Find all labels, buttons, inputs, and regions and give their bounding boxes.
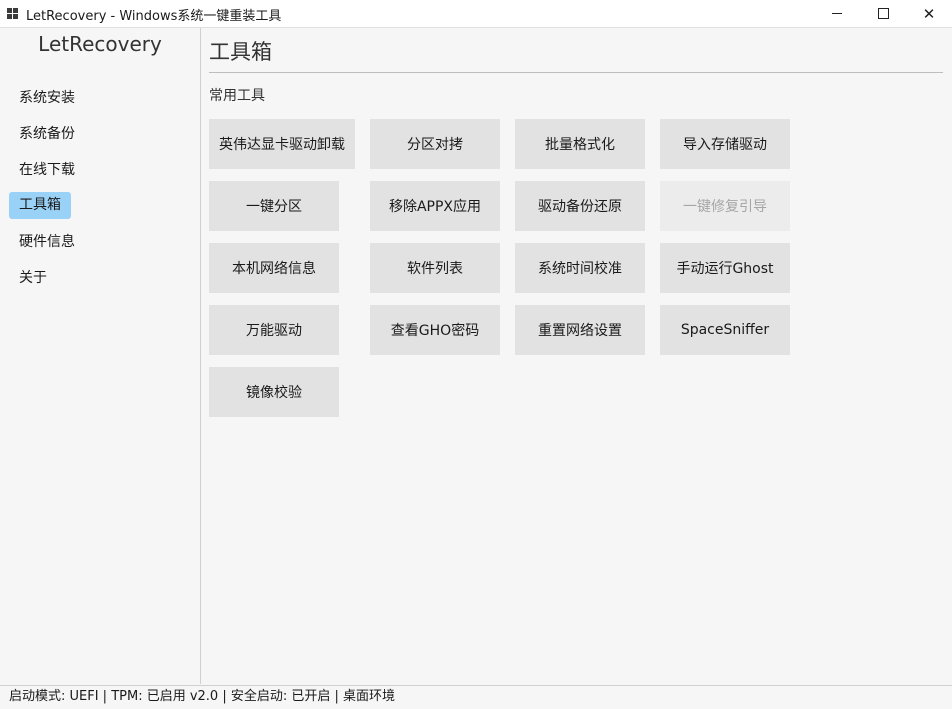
tool-button-image-verify[interactable]: 镜像校验 (209, 367, 339, 417)
tool-button-network-info[interactable]: 本机网络信息 (209, 243, 339, 293)
tool-button-universal-driver[interactable]: 万能驱动 (209, 305, 339, 355)
tool-button-partition-copy[interactable]: 分区对拷 (370, 119, 500, 169)
close-button[interactable]: ✕ (906, 0, 952, 27)
tool-button-import-storage-driver[interactable]: 导入存储驱动 (660, 119, 790, 169)
tool-button-software-list[interactable]: 软件列表 (370, 243, 500, 293)
maximize-button[interactable] (860, 0, 906, 27)
tool-button-driver-backup-restore[interactable]: 驱动备份还原 (515, 181, 645, 231)
sidebar-item-system-install[interactable]: 系统安装 (9, 85, 85, 112)
windows-logo-icon (7, 8, 18, 19)
sidebar: LetRecovery 系统安装 系统备份 在线下载 工具箱 硬件信息 关于 (0, 28, 201, 684)
tool-button-reset-network[interactable]: 重置网络设置 (515, 305, 645, 355)
minimize-button[interactable] (814, 0, 860, 27)
sidebar-item-hardware-info[interactable]: 硬件信息 (9, 229, 85, 256)
maximize-icon (877, 8, 889, 19)
sidebar-item-toolbox[interactable]: 工具箱 (9, 192, 71, 219)
window-title: LetRecovery - Windows系统一键重装工具 (26, 9, 282, 24)
tool-button-run-ghost[interactable]: 手动运行Ghost (660, 243, 790, 293)
sidebar-item-about[interactable]: 关于 (9, 265, 57, 292)
section-label: 常用工具 (209, 88, 265, 104)
tool-button-repair-boot: 一键修复引导 (660, 181, 790, 231)
tool-button-nvidia-driver-uninstall[interactable]: 英伟达显卡驱动卸载 (209, 119, 355, 169)
title-bar: LetRecovery - Windows系统一键重装工具 ✕ (0, 0, 952, 28)
close-icon: ✕ (922, 4, 936, 23)
tool-button-remove-appx[interactable]: 移除APPX应用 (370, 181, 500, 231)
minimize-icon (832, 13, 842, 14)
status-text: 启动模式: UEFI | TPM: 已启用 v2.0 | 安全启动: 已开启 |… (9, 689, 396, 704)
status-bar: 启动模式: UEFI | TPM: 已启用 v2.0 | 安全启动: 已开启 |… (0, 685, 952, 709)
main-content: 工具箱 常用工具 英伟达显卡驱动卸载 分区对拷 批量格式化 导入存储驱动 一键分… (209, 28, 943, 684)
tool-button-time-sync[interactable]: 系统时间校准 (515, 243, 645, 293)
tool-button-one-click-partition[interactable]: 一键分区 (209, 181, 339, 231)
title-divider (209, 72, 943, 73)
tool-button-gho-password[interactable]: 查看GHO密码 (370, 305, 500, 355)
tool-button-batch-format[interactable]: 批量格式化 (515, 119, 645, 169)
app-brand: LetRecovery (38, 32, 162, 56)
tool-button-spacesniffer[interactable]: SpaceSniffer (660, 305, 790, 355)
sidebar-item-system-backup[interactable]: 系统备份 (9, 121, 85, 148)
page-title: 工具箱 (209, 40, 272, 64)
sidebar-item-online-download[interactable]: 在线下载 (9, 157, 85, 184)
